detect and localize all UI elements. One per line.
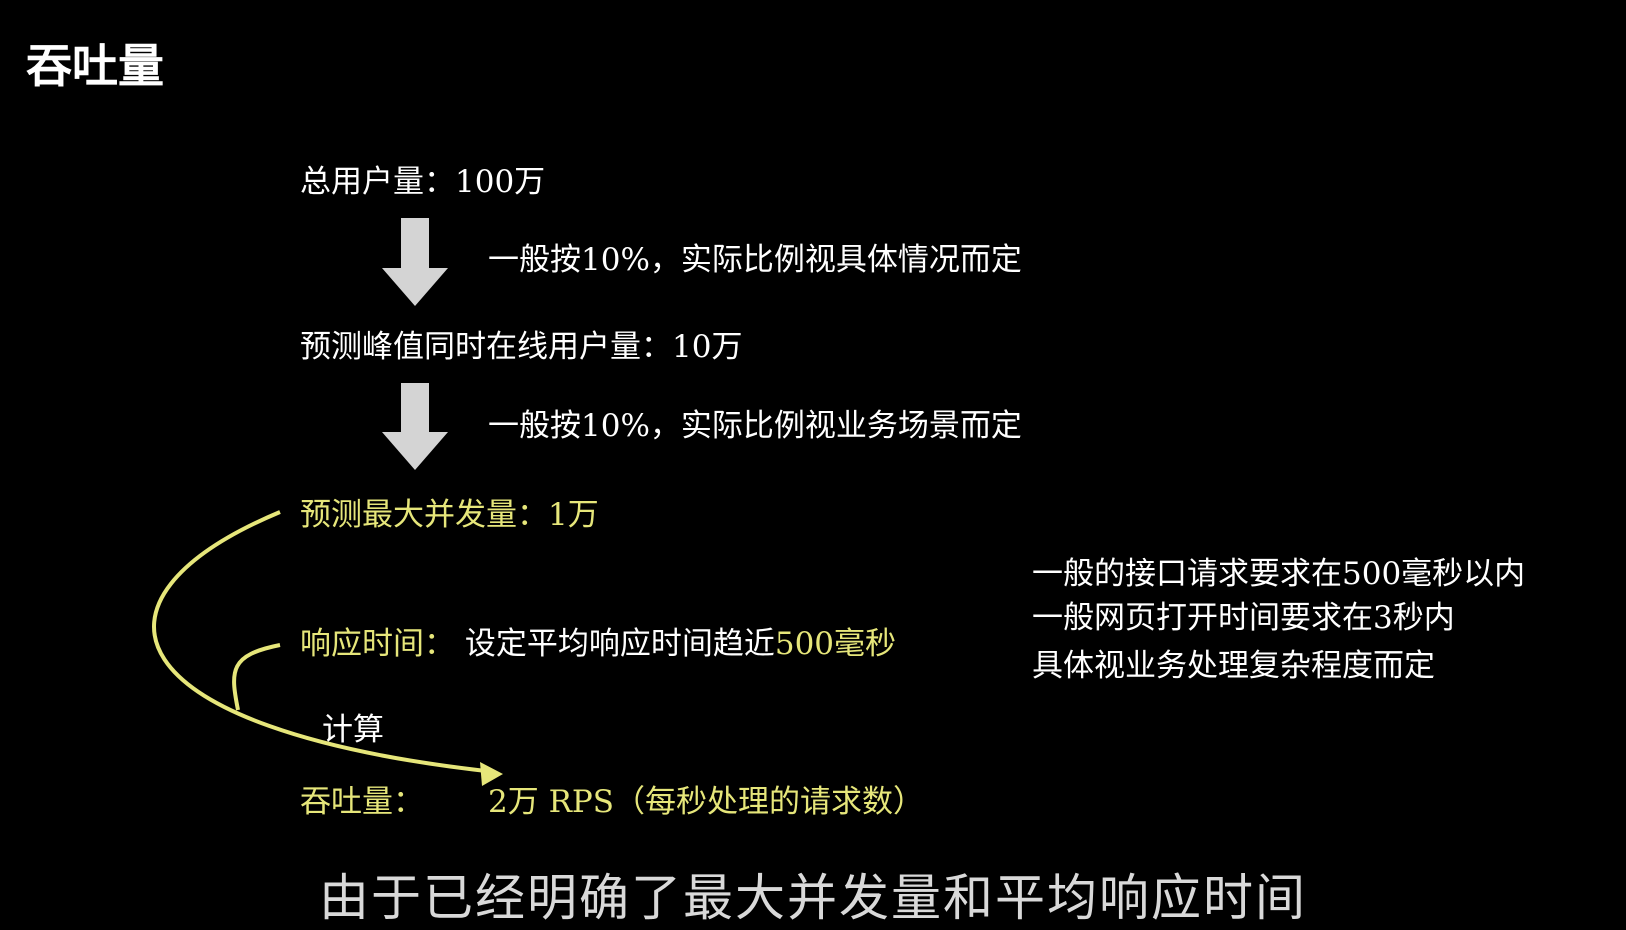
video-subtitle: 由于已经明确了最大并发量和平均响应时间 [319,869,1307,927]
down-arrow-icon [382,218,448,306]
calc-label: 计算 [322,712,384,748]
max-concurrency: 预测最大并发量：1万 [300,497,599,533]
down-arrow-icon [382,383,448,470]
throughput-value: 2万 RPS（每秒处理的请求数） [488,784,925,820]
calc-curve-response [232,643,281,711]
side-note: 一般的接口请求要求在500毫秒以内 [1032,556,1526,592]
arrow2-note: 一般按10%，实际比例视业务场景而定 [488,408,1022,444]
response-time-row: 响应时间： 设定平均响应时间趋近500毫秒 [300,624,896,664]
side-note: 具体视业务处理复杂程度而定 [1032,648,1435,684]
response-time-label: 响应时间： [300,626,455,662]
response-time-value: 500毫秒 [774,626,897,662]
arrow1-note: 一般按10%，实际比例视具体情况而定 [488,242,1022,278]
throughput-label: 吞吐量： [300,784,424,820]
peak-online-users: 预测峰值同时在线用户量：10万 [300,329,743,365]
total-users: 总用户量：100万 [300,164,546,200]
side-note: 一般网页打开时间要求在3秒内 [1032,600,1455,636]
response-time-text: 设定平均响应时间趋近 [464,626,775,662]
